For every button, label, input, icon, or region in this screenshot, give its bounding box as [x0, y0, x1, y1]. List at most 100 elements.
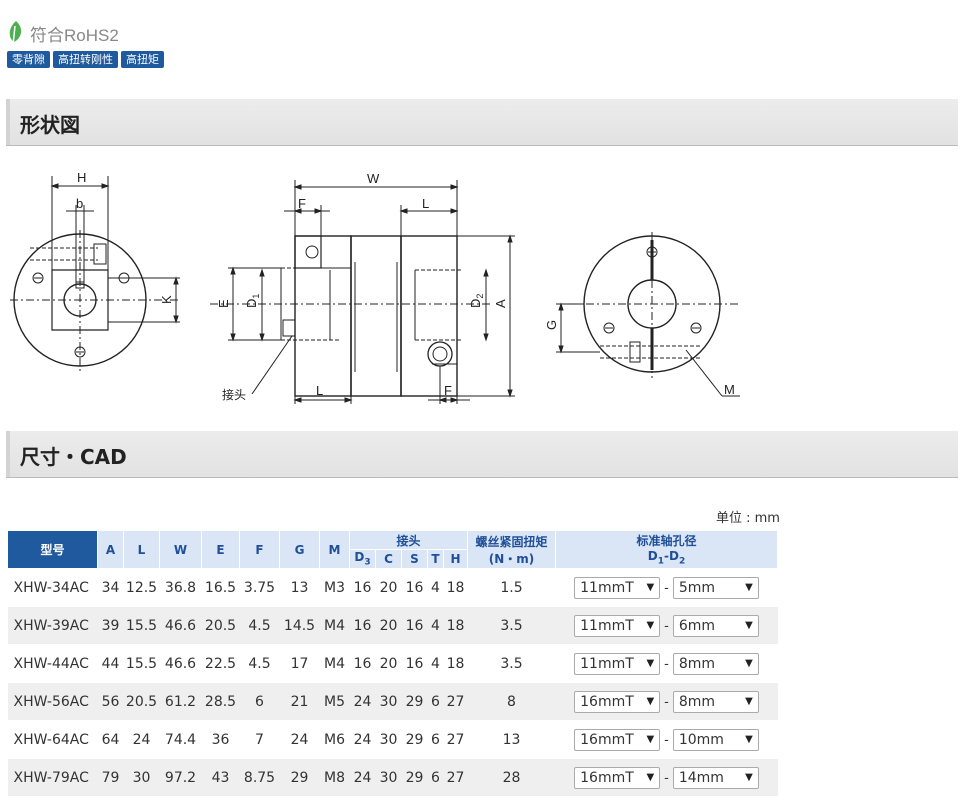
cell-G: 21	[279, 682, 320, 721]
cell-bore: 16mmT ▼ -10mm ▼	[555, 720, 778, 759]
cell-F: 7	[239, 720, 280, 759]
header-torque: 螺丝紧固扭矩 (N・m)	[467, 530, 556, 569]
right-end-view	[556, 232, 740, 397]
badge-high-torque: 高扭矩	[121, 51, 164, 68]
bore-d1-select[interactable]: 11mmT ▼	[574, 652, 661, 675]
bore-d1-select[interactable]: 16mmT ▼	[574, 690, 661, 713]
label-E: E	[216, 299, 231, 308]
cell-E: 43	[201, 758, 240, 797]
cell-G: 17	[279, 644, 320, 683]
cell-F: 8.75	[239, 758, 280, 797]
cell-H: 27	[443, 720, 468, 759]
cell-torque: 13	[467, 720, 556, 759]
dropdown-arrow-icon: ▼	[646, 696, 655, 707]
cell-A: 79	[97, 758, 124, 797]
cell-model: XHW-39AC	[7, 606, 98, 645]
section-title-shape: 形状図	[20, 113, 80, 137]
cell-T: 4	[427, 644, 444, 683]
cell-C: 30	[375, 682, 402, 721]
bore-d1-select[interactable]: 16mmT ▼	[574, 728, 661, 751]
bore-separator: -	[664, 694, 669, 710]
cell-torque: 3.5	[467, 606, 556, 645]
cell-C: 30	[375, 758, 402, 797]
bore-d2-select[interactable]: 8mm ▼	[672, 690, 759, 713]
cell-torque: 28	[467, 758, 556, 797]
cell-M: M4	[319, 644, 350, 683]
cell-E: 22.5	[201, 644, 240, 683]
bore-separator: -	[664, 770, 669, 786]
cell-W: 46.6	[159, 606, 202, 645]
leaf-icon	[9, 21, 22, 46]
label-L-top: L	[422, 196, 429, 211]
cell-G: 29	[279, 758, 320, 797]
cell-C: 20	[375, 568, 402, 607]
cell-D3: 16	[349, 644, 376, 683]
label-b: b	[76, 196, 83, 211]
cell-H: 18	[443, 644, 468, 683]
header-G: G	[279, 530, 320, 569]
cell-bore: 11mmT ▼ -8mm ▼	[555, 644, 778, 683]
cell-T: 6	[427, 720, 444, 759]
label-D2: D2	[468, 294, 485, 308]
cell-D3: 16	[349, 568, 376, 607]
header-S: S	[401, 549, 428, 569]
cell-M: M8	[319, 758, 350, 797]
cell-C: 30	[375, 720, 402, 759]
bore-separator: -	[664, 618, 669, 634]
dropdown-arrow-icon: ▼	[745, 772, 753, 783]
cell-F: 3.75	[239, 568, 280, 607]
spec-table-body: XHW-34AC 34 12.5 36.8 16.5 3.75 13 M3 16 20 16 4 18 1…	[7, 568, 778, 797]
badge-high-rigidity: 高扭转刚性	[53, 51, 118, 68]
header-L: L	[123, 530, 160, 569]
bore-d2-select[interactable]: 14mm ▼	[672, 766, 759, 789]
dropdown-arrow-icon: ▼	[745, 620, 753, 631]
header-H: H	[443, 549, 468, 569]
label-H: H	[77, 170, 86, 185]
table-row: XHW-39AC 39 15.5 46.6 20.5 4.5 14.5 M4 16 20 16 4 18…	[7, 606, 778, 645]
cell-L: 30	[123, 758, 160, 797]
cell-L: 15.5	[123, 644, 160, 683]
header-M: M	[319, 530, 350, 569]
bore-d2-select[interactable]: 10mm ▼	[672, 728, 759, 751]
cell-E: 28.5	[201, 682, 240, 721]
spec-table: 型号 A L W E F G M 接头 螺丝紧固扭矩 (N・m) 标准轴孔径 D1-…	[7, 530, 778, 797]
cell-E: 20.5	[201, 606, 240, 645]
header-model: 型号	[7, 530, 98, 569]
cell-H: 27	[443, 682, 468, 721]
dropdown-arrow-icon: ▼	[745, 734, 753, 745]
cell-M: M4	[319, 606, 350, 645]
bore-separator: -	[664, 656, 669, 672]
cell-L: 20.5	[123, 682, 160, 721]
cell-model: XHW-44AC	[7, 644, 98, 683]
cell-H: 18	[443, 568, 468, 607]
header-D3: D3	[349, 549, 376, 569]
section-cad: 尺寸・CAD	[6, 431, 958, 478]
bore-d2-select[interactable]: 5mm ▼	[672, 576, 759, 599]
header-C: C	[375, 549, 402, 569]
cell-M: M3	[319, 568, 350, 607]
dropdown-arrow-icon: ▼	[646, 582, 655, 593]
table-row: XHW-34AC 34 12.5 36.8 16.5 3.75 13 M3 16 20 16 4 18 1…	[7, 568, 778, 607]
cell-bore: 16mmT ▼ -14mm ▼	[555, 758, 778, 797]
bore-d1-select[interactable]: 11mmT ▼	[574, 576, 661, 599]
cell-bore: 11mmT ▼ -5mm ▼	[555, 568, 778, 607]
label-L-bottom: L	[316, 383, 323, 398]
dropdown-arrow-icon: ▼	[646, 620, 655, 631]
bore-d2-select[interactable]: 6mm ▼	[672, 614, 759, 637]
cell-W: 61.2	[159, 682, 202, 721]
cell-H: 18	[443, 606, 468, 645]
cell-G: 24	[279, 720, 320, 759]
bore-d1-select[interactable]: 11mmT ▼	[574, 614, 661, 637]
cell-A: 44	[97, 644, 124, 683]
table-row: XHW-64AC 64 24 74.4 36 7 24 M6 24 30 29 6 27 13 16mmT ▼…	[7, 720, 778, 759]
table-row: XHW-79AC 79 30 97.2 43 8.75 29 M8 24 30 29 6 27 28 16m…	[7, 758, 778, 797]
cell-torque: 3.5	[467, 644, 556, 683]
bore-d1-select[interactable]: 16mmT ▼	[574, 766, 661, 789]
cell-L: 24	[123, 720, 160, 759]
bore-d2-select[interactable]: 8mm ▼	[672, 652, 759, 675]
section-shape: 形状図	[6, 99, 958, 146]
cell-torque: 8	[467, 682, 556, 721]
label-joint: 接头	[222, 387, 246, 402]
dropdown-arrow-icon: ▼	[745, 582, 753, 593]
cell-M: M6	[319, 720, 350, 759]
